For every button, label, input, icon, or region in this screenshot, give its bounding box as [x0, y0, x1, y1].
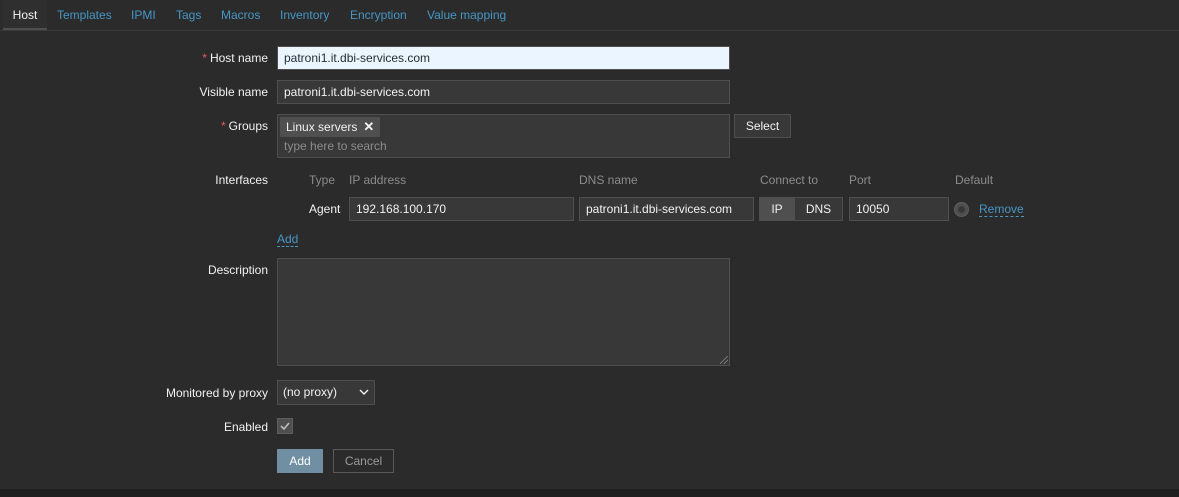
host-name-input[interactable]: patroni1.it.dbi-services.com: [277, 46, 730, 70]
proxy-label: Monitored by proxy: [165, 386, 268, 400]
tab-ipmi[interactable]: IPMI: [131, 0, 156, 30]
tab-encryption[interactable]: Encryption: [350, 0, 407, 30]
interface-port-header: Port: [849, 173, 872, 187]
tab-bar: Host Templates IPMI Tags Macros Inventor…: [0, 0, 1179, 31]
proxy-select[interactable]: (no proxy): [277, 380, 375, 405]
tab-tags[interactable]: Tags: [176, 0, 201, 30]
interface-dns-input[interactable]: patroni1.it.dbi-services.com: [579, 197, 754, 221]
group-chip: Linux servers ✕: [280, 117, 381, 137]
required-mark: *: [202, 51, 207, 65]
visible-name-label: Visible name: [199, 85, 268, 99]
cancel-button[interactable]: Cancel: [333, 449, 394, 473]
interface-port-input[interactable]: 10050: [849, 197, 949, 221]
groups-search-input[interactable]: type here to search: [284, 139, 387, 153]
host-name-label: * Host name: [202, 51, 268, 65]
check-icon: [280, 422, 290, 431]
proxy-select-value: (no proxy): [283, 385, 338, 399]
required-mark: *: [220, 119, 226, 133]
groups-label: * Groups: [220, 119, 268, 133]
tab-host[interactable]: Host: [3, 0, 47, 30]
connect-ip-button[interactable]: IP: [759, 197, 795, 221]
default-interface-radio[interactable]: [954, 202, 969, 217]
tab-macros[interactable]: Macros: [221, 0, 260, 30]
interface-type-header: Type: [309, 173, 336, 187]
interface-ip-input[interactable]: 192.168.100.170: [349, 197, 574, 221]
tab-inventory[interactable]: Inventory: [280, 0, 329, 30]
remove-interface-link[interactable]: Remove: [979, 202, 1024, 217]
interface-connect-header: Connect to: [760, 173, 819, 187]
tab-templates[interactable]: Templates: [57, 0, 112, 30]
footer-strip: [0, 489, 1179, 497]
visible-name-input[interactable]: patroni1.it.dbi-services.com: [277, 80, 730, 104]
interface-type: Agent: [309, 202, 341, 216]
connect-dns-button[interactable]: DNS: [794, 197, 843, 221]
description-label: Description: [207, 263, 268, 277]
interfaces-label: Interfaces: [215, 173, 268, 187]
group-chip-label: Linux servers: [286, 120, 358, 134]
add-button[interactable]: Add: [277, 449, 323, 473]
add-interface-link[interactable]: Add: [277, 232, 299, 247]
groups-select-button[interactable]: Select: [734, 114, 791, 138]
interface-default-header: Default: [955, 173, 994, 187]
tab-value-mapping[interactable]: Value mapping: [427, 0, 506, 30]
enabled-label: Enabled: [223, 420, 268, 434]
interface-ip-header: IP address: [349, 173, 407, 187]
description-textarea[interactable]: [277, 258, 730, 366]
groups-multiselect[interactable]: Linux servers ✕ type here to search: [277, 114, 730, 158]
chip-remove-icon[interactable]: ✕: [363, 119, 374, 134]
chevron-down-icon: [359, 389, 369, 395]
interface-dns-header: DNS name: [579, 173, 638, 187]
resize-grip-icon[interactable]: [720, 356, 728, 364]
enabled-checkbox[interactable]: [277, 418, 293, 434]
